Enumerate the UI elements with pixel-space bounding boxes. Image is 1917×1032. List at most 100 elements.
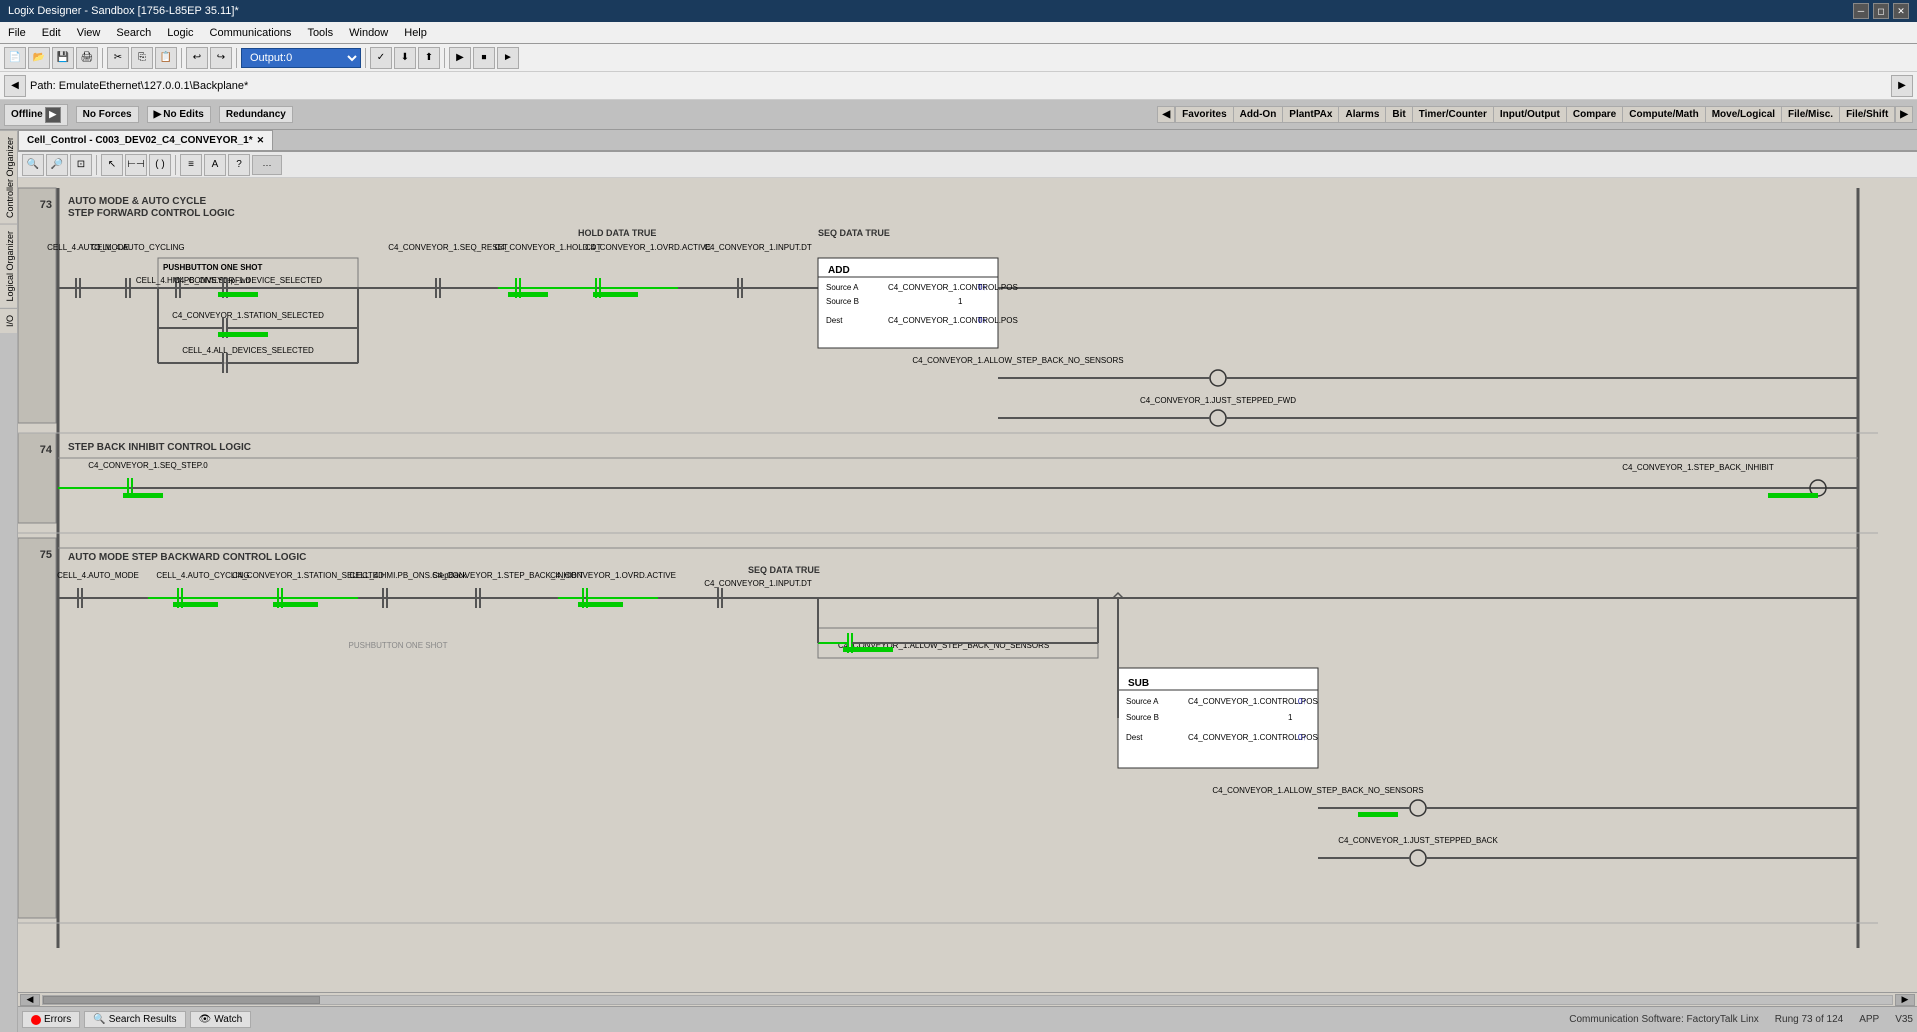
vert-tabs: Controller Organizer Logical Organizer I…: [0, 130, 18, 1032]
tab-compare[interactable]: Compare: [1567, 107, 1623, 122]
svg-text:C4_CONVEYOR_1.JUST_STEPPED_FWD: C4_CONVEYOR_1.JUST_STEPPED_FWD: [1140, 396, 1296, 405]
scroll-left-btn[interactable]: ◀: [20, 994, 40, 1006]
svg-text:C4_CONVEYOR_1.ALLOW_STEP_BACK_: C4_CONVEYOR_1.ALLOW_STEP_BACK_NO_SENSORS: [1212, 786, 1423, 795]
sep2: [181, 48, 182, 68]
scroll-thumb[interactable]: [43, 996, 320, 1004]
minimize-button[interactable]: ─: [1853, 3, 1869, 19]
verify-btn[interactable]: ✓: [370, 47, 392, 69]
desc-btn[interactable]: ?: [228, 154, 250, 176]
menu-window[interactable]: Window: [341, 22, 396, 43]
output-combo[interactable]: Output:0: [241, 48, 361, 68]
go-online-btn[interactable]: ▶: [449, 47, 471, 69]
logical-organizer-tab[interactable]: Logical Organizer: [0, 224, 17, 308]
status-right: Communication Software: FactoryTalk Linx…: [1569, 1014, 1913, 1025]
io-tab[interactable]: I/O: [0, 308, 17, 333]
upload-btn[interactable]: ⬆: [418, 47, 440, 69]
menu-file[interactable]: File: [0, 22, 34, 43]
svg-text:Source A: Source A: [1126, 697, 1159, 706]
prop-btn[interactable]: ≡: [180, 154, 202, 176]
run-mode-btn[interactable]: ►: [497, 47, 519, 69]
select-btn[interactable]: ↖: [101, 154, 123, 176]
tab-input-output[interactable]: Input/Output: [1494, 107, 1567, 122]
tab-plantpax[interactable]: PlantPAx: [1283, 107, 1339, 122]
tab-file-misc[interactable]: File/Misc.: [1782, 107, 1840, 122]
scroll-right-btn[interactable]: ▶: [1895, 994, 1915, 1006]
app-label: APP: [1859, 1014, 1879, 1025]
ladder-diagram-svg: 73 AUTO MODE & AUTO CYCLE STEP FORWARD C…: [18, 178, 1878, 958]
tab-timer-counter[interactable]: Timer/Counter: [1413, 107, 1494, 122]
path-prev-btn[interactable]: ◀: [4, 75, 26, 97]
new-btn[interactable]: 📄: [4, 47, 26, 69]
tab-favorites[interactable]: Favorites: [1176, 107, 1233, 122]
watch-label: Watch: [214, 1014, 242, 1025]
redundancy-label: Redundancy: [226, 109, 286, 120]
svg-text:1: 1: [958, 297, 963, 306]
save-btn[interactable]: 💾: [52, 47, 74, 69]
search-icon: 🔍: [93, 1014, 105, 1025]
ver-label: V35: [1895, 1014, 1913, 1025]
insert-coil-btn[interactable]: ( ): [149, 154, 171, 176]
watch-tab[interactable]: 👁 Watch: [190, 1011, 252, 1028]
copy-btn[interactable]: ⎘: [131, 47, 153, 69]
go-offline-btn[interactable]: ⏹: [473, 47, 495, 69]
errors-icon: [31, 1015, 41, 1025]
svg-text:0↑: 0↑: [978, 283, 986, 292]
tab-compute-math[interactable]: Compute/Math: [1623, 107, 1705, 122]
svg-text:CELL_4.AUTO_MODE: CELL_4.AUTO_MODE: [57, 571, 139, 580]
tab-label: Cell_Control - C003_DEV02_C4_CONVEYOR_1*: [27, 135, 253, 146]
paste-btn[interactable]: 📋: [155, 47, 177, 69]
redo-btn[interactable]: ↪: [210, 47, 232, 69]
tab-addon[interactable]: Add-On: [1234, 107, 1284, 122]
download-btn[interactable]: ⬇: [394, 47, 416, 69]
controller-organizer-tab[interactable]: Controller Organizer: [0, 130, 17, 224]
open-btn[interactable]: 📂: [28, 47, 50, 69]
display-combo[interactable]: ···: [252, 155, 282, 175]
tab-close-btn[interactable]: ✕: [257, 135, 265, 146]
tab-bit[interactable]: Bit: [1386, 107, 1412, 122]
zoom-out-btn[interactable]: 🔎: [46, 154, 68, 176]
svg-text:SEQ DATA TRUE: SEQ DATA TRUE: [748, 565, 820, 575]
addr-btn[interactable]: A: [204, 154, 226, 176]
svg-text:C4_CONVEYOR_1.OVRD.ACTIVE: C4_CONVEYOR_1.OVRD.ACTIVE: [550, 571, 676, 580]
tabs-arrow-right[interactable]: ▶: [1895, 106, 1913, 123]
menu-logic[interactable]: Logic: [159, 22, 201, 43]
tab-alarms[interactable]: Alarms: [1339, 107, 1386, 122]
h-scrollbar[interactable]: ◀ ▶: [18, 992, 1917, 1006]
menu-search[interactable]: Search: [108, 22, 159, 43]
svg-text:STEP BACK INHIBIT CONTROL LOGI: STEP BACK INHIBIT CONTROL LOGIC: [68, 442, 251, 453]
close-button[interactable]: ✕: [1893, 3, 1909, 19]
cell-control-tab[interactable]: Cell_Control - C003_DEV02_C4_CONVEYOR_1*…: [18, 130, 273, 150]
restore-button[interactable]: ◻: [1873, 3, 1889, 19]
errors-tab[interactable]: Errors: [22, 1011, 80, 1028]
menu-communications[interactable]: Communications: [202, 22, 300, 43]
svg-text:C4_CONVEYOR_1.OVRD.ACTIVE: C4_CONVEYOR_1.OVRD.ACTIVE: [585, 243, 711, 252]
menu-edit[interactable]: Edit: [34, 22, 69, 43]
menu-help[interactable]: Help: [396, 22, 435, 43]
undo-btn[interactable]: ↩: [186, 47, 208, 69]
forces-label: No Forces: [83, 109, 132, 120]
fit-btn[interactable]: ⊡: [70, 154, 92, 176]
zoom-in-btn[interactable]: 🔍: [22, 154, 44, 176]
insert-contact-btn[interactable]: ⊢⊣: [125, 154, 147, 176]
app-container: Logix Designer - Sandbox [1756-L85EP 35.…: [0, 0, 1917, 1032]
tab-file-shift[interactable]: File/Shift: [1840, 107, 1894, 122]
menu-bar: File Edit View Search Logic Communicatio…: [0, 22, 1917, 44]
scroll-track[interactable]: [42, 995, 1893, 1005]
edits-indicator: ▶ No Edits: [147, 106, 211, 123]
print-btn[interactable]: 🖨: [76, 47, 98, 69]
tab-move-logical[interactable]: Move/Logical: [1706, 107, 1782, 122]
svg-text:C4_CONVEYOR_1.DEVICE_SELECTED: C4_CONVEYOR_1.DEVICE_SELECTED: [174, 276, 322, 285]
menu-view[interactable]: View: [69, 22, 109, 43]
path-next-btn[interactable]: ▶: [1891, 75, 1913, 97]
svg-text:C4_CONVEYOR_1.CONTROL.POS: C4_CONVEYOR_1.CONTROL.POS: [888, 283, 1018, 292]
menu-tools[interactable]: Tools: [299, 22, 341, 43]
svg-text:C4_CONVEYOR_1.SEQ_STEP.0: C4_CONVEYOR_1.SEQ_STEP.0: [88, 461, 208, 470]
diagram-area[interactable]: 73 AUTO MODE & AUTO CYCLE STEP FORWARD C…: [18, 178, 1917, 992]
cut-btn[interactable]: ✂: [107, 47, 129, 69]
svg-text:AUTO MODE & AUTO CYCLE: AUTO MODE & AUTO CYCLE: [68, 196, 206, 207]
svg-text:C4_CONVEYOR_1.INPUT.DT: C4_CONVEYOR_1.INPUT.DT: [704, 579, 812, 588]
tabs-arrow-left[interactable]: ◀: [1157, 106, 1175, 123]
svg-text:74: 74: [40, 444, 53, 456]
svg-text:1: 1: [1288, 713, 1293, 722]
search-results-tab[interactable]: 🔍 Search Results: [84, 1011, 185, 1028]
